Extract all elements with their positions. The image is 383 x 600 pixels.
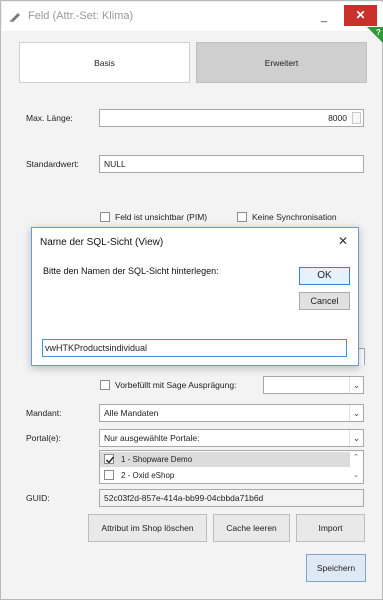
list-item[interactable]: 2 - Oxid eShop: [100, 468, 350, 483]
import-button[interactable]: Import: [296, 514, 365, 542]
portal-label: Portal(e):: [26, 433, 61, 443]
title-bar: Feld (Attr.-Set: Klima) _ ✕: [2, 2, 383, 31]
portal-checkbox[interactable]: [104, 470, 114, 480]
no-sync-checkbox[interactable]: [237, 212, 247, 222]
dialog-title: Name der SQL-Sicht (View): [40, 237, 164, 248]
portal-item-label: 1 - Shopware Demo: [121, 455, 193, 464]
no-sync-label: Keine Synchronisation: [252, 212, 337, 222]
max-length-value: 8000: [328, 113, 347, 123]
cancel-button[interactable]: Cancel: [299, 292, 350, 310]
view-name-input[interactable]: vwHTKProductsindividual: [42, 339, 347, 357]
save-button[interactable]: Speichern: [306, 554, 366, 582]
invisible-label: Feld ist unsichtbar (PIM): [115, 212, 208, 222]
mandant-label: Mandant:: [26, 408, 62, 418]
invisible-checkbox[interactable]: [100, 212, 110, 222]
scroll-down-icon[interactable]: ⌄: [351, 471, 361, 481]
clear-cache-button[interactable]: Cache leeren: [213, 514, 290, 542]
mandant-value: Alle Mandaten: [104, 408, 159, 418]
mandant-select[interactable]: Alle Mandaten ⌄: [99, 404, 364, 422]
portal-item-label: 2 - Oxid eShop: [121, 471, 175, 480]
prefill-label: Vorbefüllt mit Sage Ausprägung:: [115, 380, 237, 390]
ok-button[interactable]: OK: [299, 267, 350, 285]
list-item[interactable]: 1 - Shopware Demo: [100, 452, 350, 467]
guid-field[interactable]: 52c03f2d-857e-414a-bb99-04cbbda71b6d: [99, 489, 364, 507]
sql-view-dialog: Name der SQL-Sicht (View) ✕ Bitte den Na…: [31, 227, 359, 366]
help-icon[interactable]: ?: [367, 27, 383, 43]
checkmark-icon: [106, 456, 115, 464]
portal-value: Nur ausgewählte Portale:: [104, 433, 200, 443]
delete-attribute-button[interactable]: Attribut im Shop löschen: [88, 514, 207, 542]
tab-erweitert[interactable]: Erweitert: [196, 42, 367, 83]
edit-pen-icon: [10, 13, 20, 22]
dialog-close-icon[interactable]: ✕: [338, 234, 348, 248]
scroll-up-icon[interactable]: ⌃: [351, 453, 361, 463]
portal-select[interactable]: Nur ausgewählte Portale: ⌄: [99, 429, 364, 447]
svg-text:?: ?: [376, 28, 381, 37]
tab-basis[interactable]: Basis: [19, 42, 190, 83]
close-button[interactable]: ✕: [344, 5, 377, 26]
max-length-label: Max. Länge:: [26, 113, 73, 123]
prefill-checkbox[interactable]: [100, 380, 110, 390]
guid-label: GUID:: [26, 493, 50, 503]
window-title: Feld (Attr.-Set: Klima): [28, 10, 134, 22]
portal-list[interactable]: 1 - Shopware Demo 2 - Oxid eShop ⌃ ⌄: [99, 450, 364, 484]
default-value-label: Standardwert:: [26, 159, 79, 169]
dialog-message: Bitte den Namen der SQL-Sicht hinterlege…: [43, 266, 219, 276]
max-length-input[interactable]: 8000: [99, 109, 364, 127]
minimize-button[interactable]: _: [312, 8, 336, 26]
chevron-down-icon: ⌄: [349, 430, 363, 446]
chevron-down-icon: ⌄: [349, 377, 363, 393]
chevron-down-icon: ⌄: [349, 405, 363, 421]
default-value-input[interactable]: NULL: [99, 155, 364, 173]
prefill-select[interactable]: ⌄: [263, 376, 364, 394]
portal-checkbox-checked[interactable]: [104, 454, 115, 464]
spinner-icon[interactable]: [352, 112, 361, 124]
